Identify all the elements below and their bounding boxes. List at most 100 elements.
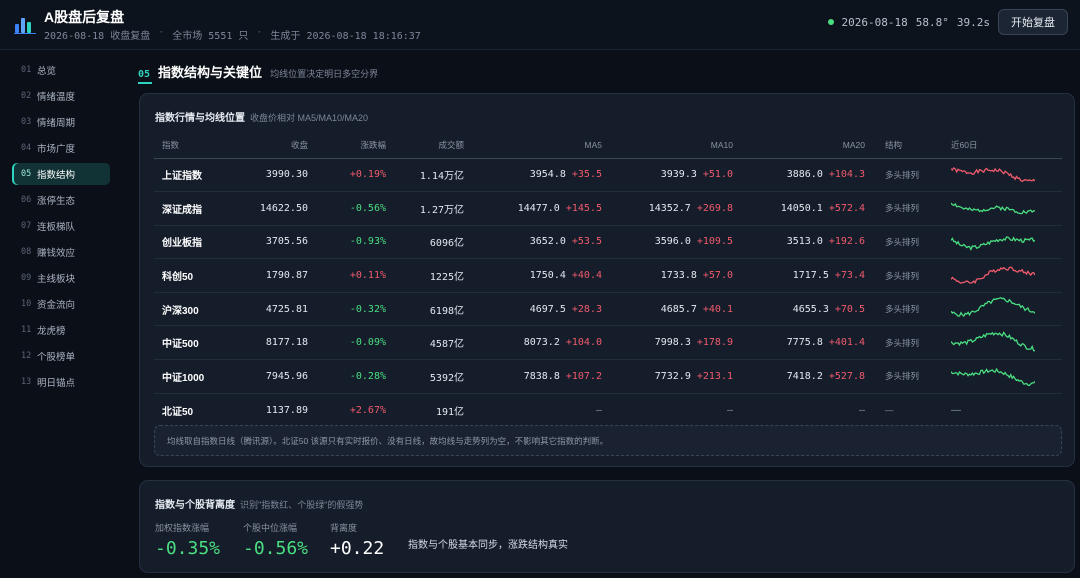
section-subtitle: 均线位置决定明日多空分界: [270, 69, 379, 79]
sidebar-item-05[interactable]: 05 指数结构: [12, 163, 110, 185]
ma5-cell: 3652.0 +53.5: [470, 225, 608, 260]
sidebar-item-08[interactable]: 08 赚钱效应: [12, 241, 110, 263]
change-value: +0.19%: [349, 169, 386, 181]
ma5-cell: 14477.0 +145.5: [470, 191, 608, 226]
index-row[interactable]: 中证500 8177.18 -0.09% 4587亿 8073.2 +104.0 7998…: [154, 325, 1062, 361]
ma5-value: 1750.4: [529, 270, 566, 282]
sidebar-item-09[interactable]: 09 主线板块: [12, 267, 110, 289]
sidebar-item-04[interactable]: 04 市场广度: [12, 137, 110, 159]
amount-cell: 5392亿: [392, 359, 470, 394]
sparkline-path: [950, 236, 1036, 252]
sparkline-60d: [950, 202, 1036, 215]
ma10-cell: 14352.7 +269.8: [608, 191, 739, 226]
ma20-cell: 3886.0 +104.3: [739, 158, 871, 193]
change-value: -0.93%: [349, 236, 386, 248]
index-card-title: 指数行情与均线位置 收盘价相对 MA5/MA10/MA20: [155, 109, 368, 124]
index-name-cell: 深证成指: [154, 191, 224, 226]
index-name: 中证500: [162, 339, 199, 351]
sidebar-item-06[interactable]: 06 涨停生态: [12, 189, 110, 211]
index-row[interactable]: 上证指数 3990.30 +0.19% 1.14万亿 3954.8 +35.5 3939.…: [154, 158, 1062, 193]
meta-session: 2026-08-18 收盘复盘: [44, 31, 151, 42]
close-cell: 8177.18: [224, 325, 314, 361]
sidebar-item-number: 04: [21, 143, 32, 153]
index-name-cell: 北证50: [154, 393, 224, 427]
sidebar-item-label: 连板梯队: [37, 222, 76, 233]
index-card-hint: 收盘价相对 MA5/MA10/MA20: [250, 113, 369, 123]
change-cell: -0.09%: [314, 325, 392, 361]
sparkline-cell: [943, 359, 1062, 394]
ma5-value: 7838.8: [523, 370, 560, 382]
divergence-card-title-text: 指数与个股背离度: [155, 500, 235, 511]
weighted-index-change-metric: 加权指数涨幅 -0.35%: [155, 521, 220, 559]
sidebar-item-03[interactable]: 03 情绪周期: [12, 111, 110, 133]
column-header: MA20: [739, 132, 871, 159]
index-row[interactable]: 科创50 1790.87 +0.11% 1225亿 1750.4 +40.4 1733.8…: [154, 258, 1062, 293]
close-cell: 14622.50: [224, 191, 314, 226]
sidebar-item-11[interactable]: 11 龙虎榜: [12, 319, 110, 341]
index-name: 沪深300: [162, 305, 199, 317]
amount-cell: 6096亿: [392, 225, 470, 260]
ma20-diff: +73.4: [834, 270, 865, 282]
sidebar-item-01[interactable]: 01 总览: [12, 59, 110, 81]
index-row[interactable]: 中证1000 7945.96 -0.28% 5392亿 7838.8 +107.2 773…: [154, 359, 1062, 394]
bar-chart-logo-icon: [14, 18, 36, 34]
close-value: 8177.18: [265, 337, 308, 349]
index-name: 北证50: [162, 406, 194, 418]
ma10-value: —: [726, 404, 733, 416]
ma20-cell: 1717.5 +73.4: [739, 258, 871, 293]
metric-label: 个股中位涨幅: [243, 523, 298, 533]
sidebar-item-label: 赚钱效应: [37, 248, 76, 259]
sparkline-path: [950, 331, 1036, 352]
amount-value: 1.14万亿: [419, 171, 464, 183]
sidebar-item-02[interactable]: 02 情绪温度: [12, 85, 110, 107]
ma5-cell: 4697.5 +28.3: [470, 292, 608, 327]
sidebar-item-12[interactable]: 12 个股榜单: [12, 345, 110, 367]
index-row[interactable]: 深证成指 14622.50 -0.56% 1.27万亿 14477.0 +145.5 14…: [154, 191, 1062, 226]
sidebar-item-10[interactable]: 10 资金流向: [12, 293, 110, 315]
sparkline-60d: [950, 331, 1036, 352]
sidebar-item-label: 市场广度: [37, 144, 76, 155]
index-name-cell: 上证指数: [154, 158, 224, 193]
median-stock-change-metric: 个股中位涨幅 -0.56%: [243, 521, 308, 559]
close-cell: 3990.30: [224, 158, 314, 193]
divergence-card: 指数与个股背离度 识别"指数红、个股绿"的假强势 加权指数涨幅 -0.35% 个股…: [139, 480, 1075, 573]
index-name-cell: 中证500: [154, 325, 224, 361]
meta-separator: ·: [158, 27, 165, 38]
ma20-diff: +104.3: [828, 169, 865, 181]
sparkline-cell: —: [943, 393, 1062, 427]
sidebar-item-label: 涨停生态: [37, 196, 76, 207]
ma20-value: 1717.5: [792, 270, 829, 282]
index-row[interactable]: 沪深300 4725.81 -0.32% 6198亿 4697.5 +28.3 4685.…: [154, 292, 1062, 327]
structure-label: 多头排列: [885, 169, 920, 180]
index-row[interactable]: 北证50 1137.89 +2.67% 191亿 — — — — —: [154, 393, 1062, 427]
ma5-cell: 8073.2 +104.0: [470, 325, 608, 361]
structure-label: 多头排列: [885, 203, 920, 214]
sparkline-placeholder: —: [951, 404, 961, 416]
sidebar-item-label: 主线板块: [37, 274, 76, 285]
sidebar-item-07[interactable]: 07 连板梯队: [12, 215, 110, 237]
start-review-button[interactable]: 开始复盘: [998, 9, 1068, 35]
amount-value: 191亿: [435, 406, 464, 418]
sparkline-cell: [943, 292, 1062, 327]
change-cell: +0.11%: [314, 258, 392, 293]
ma5-diff: +145.5: [565, 202, 602, 214]
top-header: A股盘后复盘 2026-08-18 收盘复盘 · 全市场 5551 只 · 生成…: [0, 0, 1080, 50]
ma5-cell: —: [470, 393, 608, 427]
ma20-diff: +192.6: [828, 236, 865, 248]
amount-value: 5392亿: [429, 372, 464, 384]
ma20-diff: +70.5: [834, 303, 865, 315]
close-cell: 1137.89: [224, 393, 314, 427]
ma10-cell: 7998.3 +178.9: [608, 325, 739, 361]
ma20-value: —: [858, 404, 865, 416]
ma10-cell: 3596.0 +109.5: [608, 225, 739, 260]
close-value: 3705.56: [265, 236, 308, 248]
ma5-cell: 1750.4 +40.4: [470, 258, 608, 293]
ma5-diff: +28.3: [571, 303, 602, 315]
index-row[interactable]: 创业板指 3705.56 -0.93% 6096亿 3652.0 +53.5 3596.0…: [154, 225, 1062, 260]
sidebar-item-label: 情绪温度: [37, 92, 76, 103]
ma10-value: 14352.7: [648, 202, 691, 214]
ma10-value: 1733.8: [660, 270, 697, 282]
structure-cell: 多头排列: [871, 225, 943, 260]
sidebar-item-13[interactable]: 13 明日锚点: [12, 371, 110, 393]
ma5-diff: +107.2: [565, 370, 602, 382]
